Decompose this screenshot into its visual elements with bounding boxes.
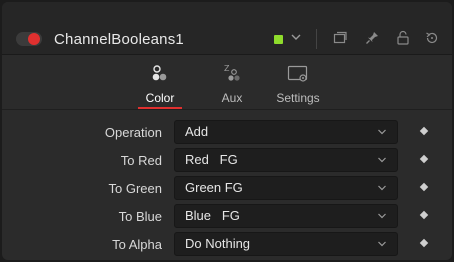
dropdown-value: Green FG xyxy=(185,180,243,195)
dropdown-value: Red FG xyxy=(185,152,238,167)
header-divider xyxy=(316,29,317,49)
chevron-down-icon xyxy=(378,241,386,247)
svg-text:Z: Z xyxy=(224,64,230,73)
keyframe-diamond[interactable] xyxy=(419,154,429,164)
tab-label: Aux xyxy=(221,91,243,105)
active-tab-indicator xyxy=(138,107,182,109)
aux-z-icon: Z xyxy=(224,64,240,81)
reset-icon[interactable] xyxy=(424,30,440,46)
row-operation: Operation Add xyxy=(2,120,452,146)
chevron-down-icon xyxy=(378,157,386,163)
operation-dropdown[interactable]: Add xyxy=(174,120,398,144)
chevron-down-icon xyxy=(378,185,386,191)
row-to-red: To Red Red FG xyxy=(2,148,452,174)
row-to-green: To Green Green FG xyxy=(2,176,452,202)
row-to-blue: To Blue Blue FG xyxy=(2,204,452,230)
inspector-tabs: Color Z Aux Settings xyxy=(2,55,452,110)
toggle-icon xyxy=(28,33,40,45)
keyframe-diamond[interactable] xyxy=(419,182,429,192)
row-to-alpha: To Alpha Do Nothing xyxy=(2,232,452,258)
dropdown-value: Blue FG xyxy=(185,208,240,223)
keyframe-diamond[interactable] xyxy=(419,210,429,220)
to-blue-dropdown[interactable]: Blue FG xyxy=(174,204,398,228)
node-title: ChannelBooleans1 xyxy=(54,31,184,48)
to-red-label: To Red xyxy=(120,153,162,168)
to-alpha-dropdown[interactable]: Do Nothing xyxy=(174,232,398,256)
pin-icon[interactable] xyxy=(364,30,380,46)
node-color-swatch[interactable] xyxy=(274,35,283,44)
chevron-down-icon xyxy=(378,129,386,135)
node-header: ChannelBooleans1 xyxy=(2,2,452,55)
to-green-dropdown[interactable]: Green FG xyxy=(174,176,398,200)
chevron-down-icon xyxy=(378,213,386,219)
tab-settings[interactable]: Settings xyxy=(270,55,326,109)
dropdown-value: Do Nothing xyxy=(185,236,251,251)
node-enable-toggle[interactable] xyxy=(16,32,42,46)
operation-label: Operation xyxy=(104,125,162,140)
tab-aux[interactable]: Z Aux xyxy=(210,55,254,109)
keyframe-diamond[interactable] xyxy=(419,126,429,136)
to-blue-label: To Blue xyxy=(118,209,162,224)
to-red-dropdown[interactable]: Red FG xyxy=(174,148,398,172)
to-green-label: To Green xyxy=(108,181,162,196)
dropdown-value: Add xyxy=(185,124,209,139)
tab-label: Color xyxy=(145,91,175,105)
to-alpha-label: To Alpha xyxy=(112,237,162,252)
settings-icon xyxy=(287,65,308,82)
inspector-panel: ChannelBooleans1 Color Z Aux Settings Op… xyxy=(2,2,452,260)
color-circles-icon xyxy=(152,65,167,81)
tab-label: Settings xyxy=(276,91,320,105)
keyframe-diamond[interactable] xyxy=(419,238,429,248)
chevron-down-icon[interactable] xyxy=(290,31,302,43)
window-icon[interactable] xyxy=(332,30,348,46)
tab-color[interactable]: Color xyxy=(132,55,188,109)
lock-icon[interactable] xyxy=(395,30,411,46)
